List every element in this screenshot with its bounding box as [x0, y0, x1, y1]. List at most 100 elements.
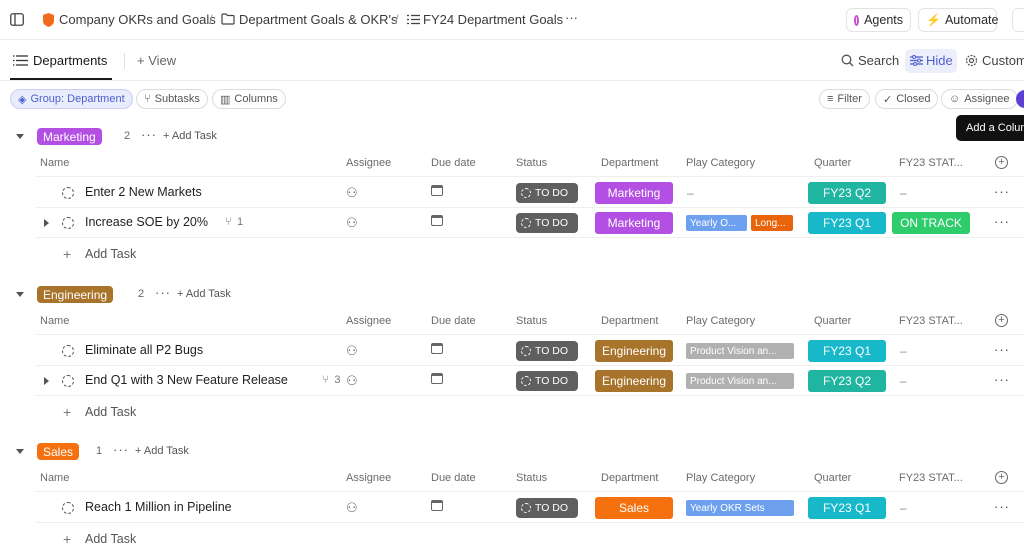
assignee-icon[interactable]: ⚇ [346, 343, 358, 359]
expand-subtasks-caret[interactable] [44, 219, 49, 227]
avatar[interactable] [1016, 90, 1024, 108]
play-category-tag[interactable]: Yearly OKR Sets [686, 500, 794, 516]
quarter-badge[interactable]: FY23 Q1 [808, 212, 886, 234]
department-badge[interactable]: Marketing [595, 212, 673, 234]
column-header-play-category[interactable]: Play Category [686, 157, 755, 169]
add-task-button[interactable]: Add Task [85, 532, 136, 546]
column-header-due-date[interactable]: Due date [431, 315, 476, 327]
column-header-name[interactable]: Name [40, 472, 69, 484]
column-header-assignee[interactable]: Assignee [346, 472, 391, 484]
group-collapse-caret[interactable] [16, 449, 24, 454]
calendar-icon[interactable] [431, 215, 443, 226]
quarter-badge[interactable]: FY23 Q2 [808, 182, 886, 204]
row-more-button[interactable]: ··· [994, 342, 1010, 357]
add-task-plus-icon[interactable]: + [63, 404, 71, 420]
task-name[interactable]: Eliminate all P2 Bugs [85, 343, 203, 357]
row-more-button[interactable]: ··· [994, 499, 1010, 514]
more-actions-button[interactable] [1012, 8, 1024, 32]
status-badge[interactable]: TO DO [516, 498, 578, 518]
group-more-button[interactable]: ··· [155, 285, 171, 300]
assignee-icon[interactable]: ⚇ [346, 215, 358, 231]
add-task-button[interactable]: Add Task [85, 247, 136, 261]
assignee-icon[interactable]: ⚇ [346, 373, 358, 389]
group-more-button[interactable]: ··· [113, 442, 129, 457]
task-name[interactable]: Enter 2 New Markets [85, 185, 202, 199]
group-collapse-caret[interactable] [16, 292, 24, 297]
assignee-icon[interactable]: ⚇ [346, 500, 358, 516]
row-more-button[interactable]: ··· [994, 214, 1010, 229]
department-badge[interactable]: Sales [595, 497, 673, 519]
column-header-fy23-status[interactable]: FY23 STAT... [899, 315, 963, 327]
fy23-status-empty[interactable]: – [900, 344, 907, 358]
fy23-status-badge[interactable]: ON TRACK [892, 212, 970, 234]
column-header-play-category[interactable]: Play Category [686, 315, 755, 327]
add-column-icon[interactable]: + [995, 156, 1008, 169]
group-add-task-button[interactable]: + Add Task [163, 130, 217, 142]
fy23-status-empty[interactable]: – [900, 374, 907, 388]
add-view-button[interactable]: + View [137, 53, 176, 68]
quarter-badge[interactable]: FY23 Q2 [808, 370, 886, 392]
search-button[interactable]: Search [858, 53, 899, 68]
play-category-empty[interactable]: – [687, 186, 694, 200]
group-tag[interactable]: Sales [37, 443, 80, 460]
group-tag[interactable]: Engineering [37, 286, 114, 303]
fy23-status-empty[interactable]: – [900, 501, 907, 515]
column-header-fy23-status[interactable]: FY23 STAT... [899, 157, 963, 169]
breadcrumb-folder[interactable]: Department Goals & OKR's [239, 12, 398, 27]
column-header-department[interactable]: Department [601, 157, 658, 169]
breadcrumb-more-button[interactable]: ··· [565, 10, 578, 25]
calendar-icon[interactable] [431, 373, 443, 384]
group-collapse-caret[interactable] [16, 134, 24, 139]
subtasks-pill[interactable]: ⑂ Subtasks [136, 89, 208, 109]
calendar-icon[interactable] [431, 185, 443, 196]
column-header-quarter[interactable]: Quarter [814, 472, 851, 484]
add-column-icon[interactable]: + [995, 471, 1008, 484]
automate-button[interactable]: ⚡ Automate [918, 8, 998, 32]
breadcrumb-list[interactable]: FY24 Department Goals [423, 12, 563, 27]
row-more-button[interactable]: ··· [994, 372, 1010, 387]
group-more-button[interactable]: ··· [141, 127, 157, 142]
add-column-icon[interactable]: + [995, 314, 1008, 327]
column-header-play-category[interactable]: Play Category [686, 472, 755, 484]
department-badge[interactable]: Marketing [595, 182, 673, 204]
column-header-due-date[interactable]: Due date [431, 472, 476, 484]
department-badge[interactable]: Engineering [595, 370, 673, 392]
customize-button[interactable]: Customize [982, 53, 1024, 68]
add-task-plus-icon[interactable]: + [63, 531, 71, 547]
expand-subtasks-caret[interactable] [44, 377, 49, 385]
group-tag[interactable]: Marketing [37, 128, 102, 145]
status-badge[interactable]: TO DO [516, 341, 578, 361]
breadcrumb-space[interactable]: Company OKRs and Goals [59, 12, 216, 27]
group-add-task-button[interactable]: + Add Task [177, 288, 231, 300]
assignee-pill[interactable]: ☺ Assignee [941, 89, 1018, 109]
column-header-due-date[interactable]: Due date [431, 157, 476, 169]
add-task-plus-icon[interactable]: + [63, 246, 71, 262]
filter-pill[interactable]: ≡ Filter [819, 89, 870, 109]
status-badge[interactable]: TO DO [516, 183, 578, 203]
task-name[interactable]: Increase SOE by 20% [85, 215, 208, 229]
column-header-department[interactable]: Department [601, 472, 658, 484]
column-header-fy23-status[interactable]: FY23 STAT... [899, 472, 963, 484]
quarter-badge[interactable]: FY23 Q1 [808, 497, 886, 519]
play-category-tag[interactable]: Long... [751, 215, 793, 231]
row-more-button[interactable]: ··· [994, 184, 1010, 199]
group-add-task-button[interactable]: + Add Task [135, 445, 189, 457]
column-header-status[interactable]: Status [516, 315, 547, 327]
column-header-name[interactable]: Name [40, 157, 69, 169]
column-header-quarter[interactable]: Quarter [814, 315, 851, 327]
task-status-circle-icon[interactable] [62, 375, 74, 387]
task-status-circle-icon[interactable] [62, 345, 74, 357]
task-name[interactable]: End Q1 with 3 New Feature Release [85, 373, 288, 387]
calendar-icon[interactable] [431, 500, 443, 511]
fy23-status-empty[interactable]: – [900, 186, 907, 200]
column-header-assignee[interactable]: Assignee [346, 315, 391, 327]
column-header-name[interactable]: Name [40, 315, 69, 327]
task-status-circle-icon[interactable] [62, 502, 74, 514]
column-header-status[interactable]: Status [516, 472, 547, 484]
task-status-circle-icon[interactable] [62, 187, 74, 199]
closed-pill[interactable]: ✓ Closed [875, 89, 939, 109]
column-header-quarter[interactable]: Quarter [814, 157, 851, 169]
play-category-tag[interactable]: Product Vision an... [686, 343, 794, 359]
calendar-icon[interactable] [431, 343, 443, 354]
play-category-tag[interactable]: Yearly O... [686, 215, 747, 231]
